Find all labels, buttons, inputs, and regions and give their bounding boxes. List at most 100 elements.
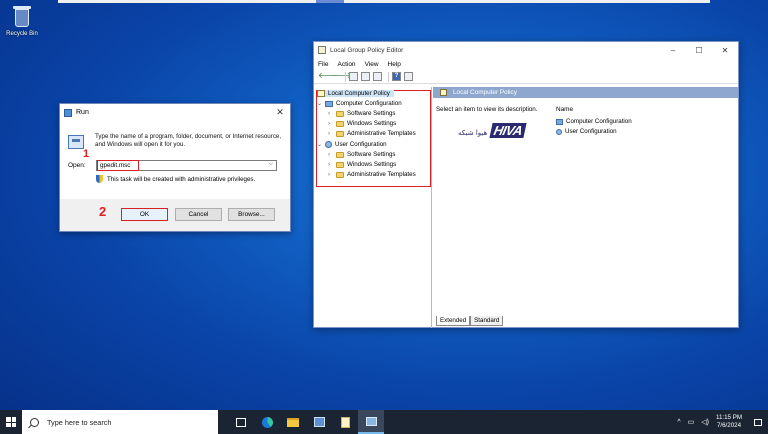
tree-item-user-configuration[interactable]: ⌄ User Configuration [317,141,387,148]
computer-icon [556,118,563,125]
tree-item-user-software-settings[interactable]: › Software Settings [328,151,396,158]
server-manager-button[interactable] [306,410,332,434]
chevron-right-icon[interactable]: › [328,111,336,117]
chevron-down-icon[interactable]: ⌄ [317,100,325,107]
policy-scroll-icon [440,89,447,96]
view-tabs: Extended Standard [436,316,504,326]
task-view-button[interactable] [228,410,254,434]
tree-item-local-computer-policy[interactable]: Local Computer Policy [317,90,394,97]
run-taskbar-button[interactable] [358,410,384,434]
step-2-label: 2 [99,204,107,219]
gpe-title-bar[interactable]: Local Group Policy Editor – ☐ ✕ [314,42,738,58]
chevron-right-icon[interactable]: › [328,152,336,158]
gpe-title: Local Group Policy Editor [330,46,404,54]
taskbar: Type here to search ^ ▭ ◁) 11:15 PM 7/6/… [0,410,768,434]
edge-button[interactable] [254,410,280,434]
list-item-label: Computer Configuration [566,118,632,125]
group-policy-taskbar-button[interactable] [332,410,358,434]
clock-time: 11:15 PM [715,414,742,421]
tree-item-software-settings[interactable]: › Software Settings [328,110,396,117]
start-button[interactable] [0,410,22,434]
chevron-right-icon[interactable]: › [328,162,336,168]
network-icon[interactable]: ▭ [688,418,695,426]
file-explorer-button[interactable] [280,410,306,434]
forward-arrow-icon[interactable]: 🡒 [330,72,351,81]
uac-shield-icon [96,175,103,183]
description-hint: Select an item to view its description. [436,106,538,113]
volume-icon[interactable]: ◁) [701,418,709,426]
notification-icon[interactable] [754,418,762,426]
list-item-label: User Configuration [565,128,617,135]
tree-item-label: Software Settings [347,110,396,117]
system-tray: ^ ▭ ◁) 11:15 PM 7/6/2024 [677,414,768,430]
open-input[interactable]: gpedit.msc ⌵ [96,160,277,171]
menu-view[interactable]: View [365,61,379,68]
policy-editor-icon [340,416,350,428]
search-placeholder: Type here to search [47,417,112,427]
close-icon[interactable]: ✕ [270,107,290,118]
browse-button[interactable]: Browse... [228,208,275,221]
tree-item-label: Software Settings [347,151,396,158]
help-icon[interactable]: ? [392,72,401,81]
properties-icon[interactable] [361,72,370,81]
taskbar-apps [228,410,384,434]
chevron-down-icon[interactable]: ⌵ [268,161,273,168]
minimize-icon[interactable]: – [660,46,686,55]
tree-item-label: Administrative Templates [347,130,416,137]
back-arrow-icon[interactable]: 🡐 [318,72,339,81]
tree-item-administrative-templates[interactable]: › Administrative Templates [328,130,416,137]
user-icon [556,128,562,135]
policy-scroll-icon [317,90,325,97]
tab-extended[interactable]: Extended [436,316,471,326]
folder-icon [336,151,344,158]
folder-icon [336,130,344,137]
tree-item-label: Administrative Templates [347,171,416,178]
maximize-icon[interactable]: ☐ [686,46,712,55]
server-manager-icon [313,417,325,427]
tree-item-computer-configuration[interactable]: ⌄ Computer Configuration [317,100,402,107]
tree-item-user-administrative-templates[interactable]: › Administrative Templates [328,171,416,178]
close-icon[interactable]: ✕ [712,46,738,55]
export-list-icon[interactable] [373,72,382,81]
logo-subtitle: هیوا شبکه [458,129,488,137]
menu-file[interactable]: File [318,61,328,68]
group-policy-editor-window: Local Group Policy Editor – ☐ ✕ File Act… [313,41,739,328]
chevron-right-icon[interactable]: › [328,131,336,137]
run-description: Type the name of a program, folder, docu… [95,133,282,148]
console-view-icon[interactable] [404,72,413,81]
folder-icon [336,120,344,127]
menu-help[interactable]: Help [388,61,401,68]
tab-standard[interactable]: Standard [470,316,504,326]
show-hide-tree-icon[interactable] [349,72,358,81]
cancel-button[interactable]: Cancel [175,208,222,221]
run-title-bar[interactable]: Run ✕ [60,104,290,121]
list-item-user-configuration[interactable]: User Configuration [556,128,617,135]
clock[interactable]: 11:15 PM 7/6/2024 [716,414,742,430]
chevron-right-icon[interactable]: › [328,121,336,127]
chevron-up-icon[interactable]: ^ [677,419,680,426]
taskbar-search[interactable]: Type here to search [22,410,218,434]
chevron-down-icon[interactable]: ⌄ [317,141,325,148]
tree-item-label: Computer Configuration [336,100,402,107]
watermark-logo: هیوا شبکه HIVA [458,123,527,138]
list-item-computer-configuration[interactable]: Computer Configuration [556,118,632,125]
search-icon [30,417,39,427]
background-window-edge [58,0,710,3]
ok-button[interactable]: OK [121,208,168,221]
chevron-right-icon[interactable]: › [328,172,336,178]
tree-item-label: Windows Settings [347,161,397,168]
details-pane: Local Computer Policy Select an item to … [433,87,738,328]
recycle-bin-shortcut[interactable]: Recycle Bin [2,4,42,37]
run-large-icon [68,135,84,149]
tree-item-user-windows-settings[interactable]: › Windows Settings [328,161,396,168]
admin-note: This task will be created with administr… [107,175,256,183]
name-column-header[interactable]: Name [556,106,573,113]
tree-item-label: User Configuration [335,141,387,148]
recycle-bin-icon [11,4,33,28]
toolbar-separator [388,71,389,82]
tree-item-windows-settings[interactable]: › Windows Settings [328,120,396,127]
gpe-app-icon [318,46,326,54]
open-label: Open: [68,162,86,169]
menu-action[interactable]: Action [337,61,355,68]
recycle-bin-label: Recycle Bin [6,31,38,37]
